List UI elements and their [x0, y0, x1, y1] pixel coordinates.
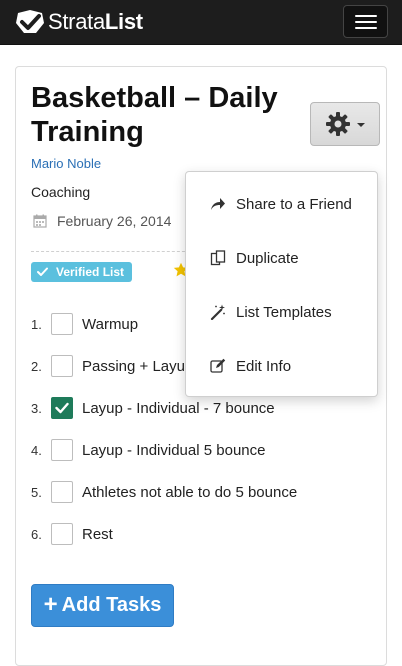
task-item: 2. Passing + Layu	[31, 354, 185, 378]
task-item: 4. Layup - Individual 5 bounce	[31, 438, 265, 462]
settings-dropdown-button[interactable]	[310, 102, 380, 146]
menu-item-label: Share to a Friend	[236, 195, 352, 213]
magic-wand-icon	[210, 304, 225, 320]
task-number: 2.	[31, 358, 42, 374]
task-checkbox[interactable]	[51, 481, 73, 503]
task-checkbox[interactable]	[51, 397, 73, 419]
check-badge-icon	[16, 10, 44, 33]
page-title: Basketball – Daily Training	[31, 82, 278, 148]
task-number: 5.	[31, 484, 42, 500]
brand-logo[interactable]: Strata List	[14, 6, 143, 38]
brand-name-part2: List	[104, 9, 143, 34]
menu-item-label: List Templates	[236, 303, 332, 321]
task-item: 3. Layup - Individual - 7 bounce	[31, 396, 275, 420]
category-label: Coaching	[31, 184, 91, 200]
menu-item-list-templates[interactable]: List Templates	[186, 292, 377, 332]
share-arrow-icon	[211, 198, 225, 210]
edit-icon	[210, 358, 226, 373]
task-label[interactable]: Rest	[82, 526, 113, 543]
task-number: 4.	[31, 442, 42, 458]
verified-label: Verified List	[56, 265, 125, 279]
task-checkbox[interactable]	[51, 523, 73, 545]
top-navbar: Strata List	[0, 0, 402, 45]
menu-item-share[interactable]: Share to a Friend	[186, 184, 377, 224]
task-label[interactable]: Layup - Individual - 7 bounce	[82, 400, 275, 417]
task-checkbox[interactable]	[51, 439, 73, 461]
task-number: 3.	[31, 400, 42, 416]
brand-name-part1: Strata	[48, 9, 105, 34]
task-label[interactable]: Passing + Layu	[82, 358, 185, 375]
hamburger-menu-icon	[354, 14, 377, 17]
duplicate-icon	[210, 250, 226, 266]
plus-icon: +	[43, 590, 58, 618]
gear-icon	[326, 112, 350, 136]
task-number: 6.	[31, 526, 42, 542]
task-label[interactable]: Warmup	[82, 316, 138, 333]
menu-item-label: Duplicate	[236, 249, 299, 267]
task-checkbox[interactable]	[51, 355, 73, 377]
menu-item-edit-info[interactable]: Edit Info	[186, 346, 377, 386]
menu-item-label: Edit Info	[236, 357, 292, 375]
task-number: 1.	[31, 316, 42, 332]
task-checkbox[interactable]	[51, 313, 73, 335]
add-tasks-button[interactable]: + Add Tasks	[31, 584, 174, 627]
date-row: February 26, 2014	[33, 213, 171, 229]
check-icon	[55, 402, 69, 414]
task-label[interactable]: Athletes not able to do 5 bounce	[82, 484, 297, 501]
task-item: 6. Rest	[31, 522, 113, 546]
calendar-icon	[33, 214, 47, 228]
verified-badge: Verified List	[31, 262, 133, 282]
hamburger-menu-button[interactable]	[343, 5, 388, 38]
task-item: 5. Athletes not able to do 5 bounce	[31, 480, 297, 504]
chevron-down-icon	[357, 123, 365, 127]
add-tasks-label: Add Tasks	[61, 594, 162, 616]
settings-dropdown-menu: Share to a Friend Duplicate List Templat…	[185, 171, 378, 397]
task-label[interactable]: Layup - Individual 5 bounce	[82, 442, 265, 459]
author-link[interactable]: Mario Noble	[31, 156, 101, 171]
list-date: February 26, 2014	[57, 213, 172, 229]
menu-item-duplicate[interactable]: Duplicate	[186, 238, 377, 278]
check-icon	[37, 267, 48, 276]
task-item: 1. Warmup	[31, 312, 138, 336]
